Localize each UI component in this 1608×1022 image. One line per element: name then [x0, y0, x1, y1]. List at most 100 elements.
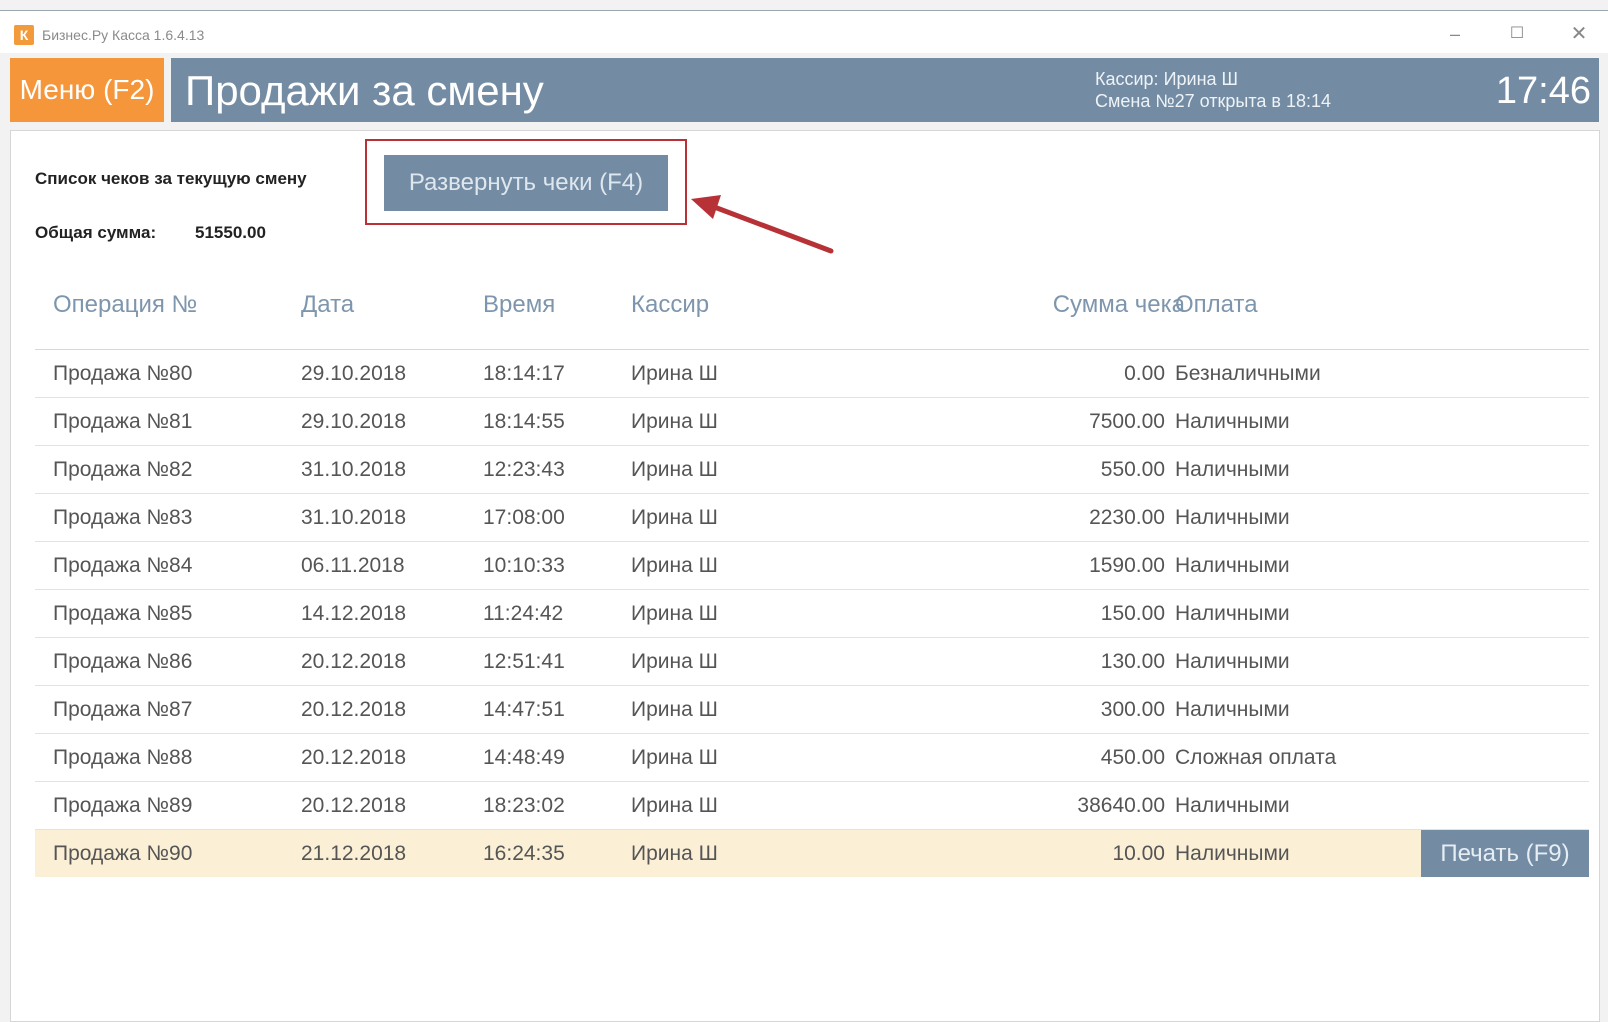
cell-time: 18:23:02 [483, 794, 565, 817]
table-body: Продажа №80 29.10.2018 18:14:17 Ирина Ш 0.00… [35, 350, 1589, 877]
sales-table: Операция № Дата Время Кассир Сумма чека … [35, 271, 1589, 877]
cell-date: 20.12.2018 [301, 650, 407, 673]
table-row[interactable]: Продажа №80 29.10.2018 18:14:17 Ирина Ш 0.00… [35, 350, 1589, 398]
print-button[interactable]: Печать (F9) [1421, 830, 1589, 877]
cell-sum: 0.00 [1124, 362, 1165, 385]
table-row[interactable]: Продажа №86 20.12.2018 12:51:41 Ирина Ш 130.… [35, 638, 1589, 686]
cell-payment: Наличными [1175, 554, 1290, 577]
cell-sum: 130.00 [1100, 650, 1165, 673]
cell-payment: Сложная оплата [1175, 746, 1337, 769]
cell-operation: Продажа №85 [53, 602, 193, 625]
cell-time: 16:24:35 [483, 842, 565, 865]
column-header-cashier[interactable]: Кассир [631, 291, 709, 319]
cell-payment: Наличными [1175, 602, 1290, 625]
cell-sum: 1590.00 [1089, 554, 1165, 577]
cell-time: 18:14:17 [483, 362, 565, 385]
cell-cashier: Ирина Ш [631, 362, 718, 385]
cell-time: 17:08:00 [483, 506, 565, 529]
table-row[interactable]: Продажа №87 20.12.2018 14:47:51 Ирина Ш 300.… [35, 686, 1589, 734]
app-logo-icon: К [14, 25, 34, 45]
cell-date: 31.10.2018 [301, 506, 407, 529]
cell-operation: Продажа №90 [53, 842, 193, 865]
menu-button[interactable]: Меню (F2) [10, 58, 164, 122]
cashier-info: Кассир: Ирина Ш Смена №27 открыта в 18:1… [1095, 68, 1331, 112]
shift-info: Смена №27 открыта в 18:14 [1095, 91, 1332, 111]
cell-time: 11:24:42 [483, 602, 564, 625]
cell-cashier: Ирина Ш [631, 842, 718, 865]
cell-sum: 7500.00 [1089, 410, 1165, 433]
table-row[interactable]: Продажа №84 06.11.2018 10:10:33 Ирина Ш 1590… [35, 542, 1589, 590]
column-header-sum[interactable]: Сумма чека [1053, 291, 1185, 319]
cell-payment: Наличными [1175, 506, 1290, 529]
cell-operation: Продажа №88 [53, 746, 193, 769]
cell-sum: 38640.00 [1077, 794, 1165, 817]
cell-operation: Продажа №83 [53, 506, 193, 529]
cell-time: 12:51:41 [483, 650, 565, 673]
cell-payment: Безналичными [1175, 362, 1321, 385]
total-label: Общая сумма: [35, 223, 157, 242]
cell-operation: Продажа №82 [53, 458, 193, 481]
cell-operation: Продажа №81 [53, 410, 193, 433]
cell-sum: 10.00 [1112, 842, 1165, 865]
cell-cashier: Ирина Ш [631, 410, 718, 433]
cell-payment: Наличными [1175, 794, 1290, 817]
cell-time: 12:23:43 [483, 458, 565, 481]
cell-cashier: Ирина Ш [631, 650, 718, 673]
cell-time: 14:47:51 [483, 698, 565, 721]
annotation-arrow-icon [691, 195, 834, 254]
cell-operation: Продажа №89 [53, 794, 193, 817]
table-row[interactable]: Продажа №82 31.10.2018 12:23:43 Ирина Ш 550.… [35, 446, 1589, 494]
cell-date: 29.10.2018 [301, 362, 407, 385]
table-row[interactable]: Продажа №90 21.12.2018 16:24:35 Ирина Ш 10.0… [35, 830, 1589, 877]
cell-date: 20.12.2018 [301, 746, 407, 769]
cell-date: 21.12.2018 [301, 842, 407, 865]
cell-operation: Продажа №87 [53, 698, 193, 721]
window-title: Бизнес.Ру Касса 1.6.4.13 [42, 27, 205, 43]
cashier-name: Кассир: Ирина Ш [1095, 69, 1239, 89]
maximize-icon[interactable]: ☐ [1494, 19, 1540, 49]
cell-time: 10:10:33 [483, 554, 565, 577]
window-titlebar: К Бизнес.Ру Касса 1.6.4.13 – ☐ ✕ [0, 10, 1608, 53]
close-icon[interactable]: ✕ [1556, 19, 1602, 49]
table-row[interactable]: Продажа №89 20.12.2018 18:23:02 Ирина Ш 3864… [35, 782, 1589, 830]
cell-date: 20.12.2018 [301, 794, 407, 817]
table-row[interactable]: Продажа №83 31.10.2018 17:08:00 Ирина Ш 2230… [35, 494, 1589, 542]
column-header-operation[interactable]: Операция № [53, 291, 197, 319]
page-title: Продажи за смену [185, 67, 544, 114]
content-panel: Список чеков за текущую смену Общая сумм… [10, 130, 1600, 1022]
table-row[interactable]: Продажа №88 20.12.2018 14:48:49 Ирина Ш 450.… [35, 734, 1589, 782]
column-header-date[interactable]: Дата [301, 291, 354, 319]
cell-cashier: Ирина Ш [631, 506, 718, 529]
cell-sum: 150.00 [1100, 602, 1165, 625]
cell-date: 20.12.2018 [301, 698, 407, 721]
cell-operation: Продажа №84 [53, 554, 193, 577]
cell-date: 06.11.2018 [301, 554, 405, 577]
cell-cashier: Ирина Ш [631, 794, 718, 817]
receipts-list-label: Список чеков за текущую смену [35, 169, 307, 188]
total-value: 51550.00 [195, 223, 266, 242]
expand-receipts-button[interactable]: Развернуть чеки (F4) [384, 155, 668, 211]
cell-date: 29.10.2018 [301, 410, 407, 433]
table-row[interactable]: Продажа №81 29.10.2018 18:14:55 Ирина Ш 7500… [35, 398, 1589, 446]
header-bar: Продажи за смену Кассир: Ирина Ш Смена №… [171, 58, 1599, 122]
cell-payment: Наличными [1175, 458, 1290, 481]
cell-sum: 300.00 [1100, 698, 1165, 721]
cell-payment: Наличными [1175, 842, 1290, 865]
cell-date: 31.10.2018 [301, 458, 407, 481]
cell-cashier: Ирина Ш [631, 746, 718, 769]
cell-payment: Наличными [1175, 698, 1290, 721]
cell-cashier: Ирина Ш [631, 698, 718, 721]
clock: 17:46 [1495, 70, 1591, 112]
cell-date: 14.12.2018 [301, 602, 407, 625]
cell-time: 18:14:55 [483, 410, 565, 433]
cell-cashier: Ирина Ш [631, 602, 718, 625]
cell-sum: 2230.00 [1089, 506, 1165, 529]
cell-operation: Продажа №80 [53, 362, 193, 385]
cell-payment: Наличными [1175, 410, 1290, 433]
cell-operation: Продажа №86 [53, 650, 193, 673]
cell-payment: Наличными [1175, 650, 1290, 673]
minimize-icon[interactable]: – [1432, 19, 1478, 49]
column-header-payment[interactable]: Оплата [1175, 291, 1258, 319]
column-header-time[interactable]: Время [483, 291, 555, 319]
table-row[interactable]: Продажа №85 14.12.2018 11:24:42 Ирина Ш 150.… [35, 590, 1589, 638]
